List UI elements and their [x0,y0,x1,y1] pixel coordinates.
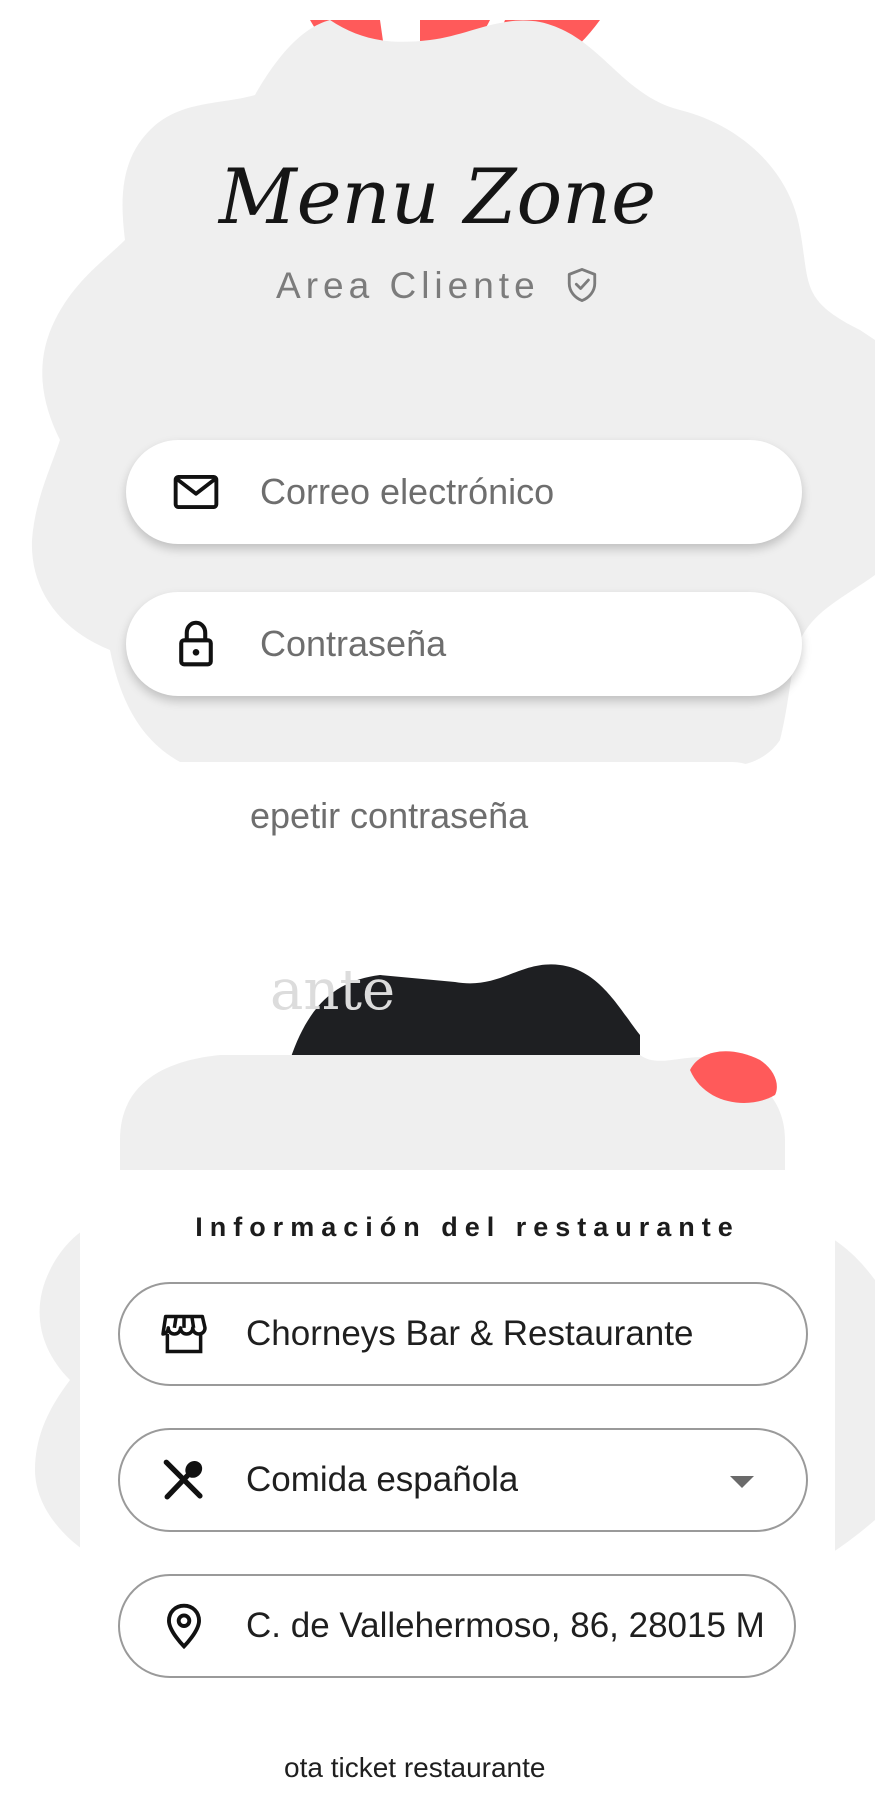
location-pin-icon [156,1603,212,1649]
mail-icon [166,474,226,510]
cuisine-value: Comida española [246,1460,519,1499]
email-input[interactable] [260,471,760,513]
storefront-icon [156,1313,212,1355]
section-title: Información del restaurante [195,1212,740,1242]
email-field[interactable] [126,440,802,544]
restaurant-heading-fragment: ante [270,958,396,1023]
subtitle-line: Area Cliente [0,265,875,313]
restaurant-name-field[interactable]: Chorneys Bar & Restaurante [118,1282,808,1386]
lock-icon [166,620,226,668]
cuisine-select[interactable]: Comida española [118,1428,808,1532]
caret-down-icon[interactable] [730,1476,754,1488]
shield-check-icon [565,266,599,313]
app-subtitle: Area Cliente [276,265,540,306]
ticket-restaurant-label: ota ticket restaurante [284,1752,546,1783]
password-input[interactable] [260,623,760,665]
password-field[interactable] [126,592,802,696]
restaurant-name-value: Chorneys Bar & Restaurante [246,1314,694,1353]
app-title: Menu Zone [218,152,657,241]
repeat-password-placeholder: epetir contraseña [250,795,529,836]
address-value: C. de Vallehermoso, 86, 28015 M [246,1606,765,1645]
address-field[interactable]: C. de Vallehermoso, 86, 28015 M [118,1574,796,1678]
fork-spoon-icon [156,1457,212,1503]
